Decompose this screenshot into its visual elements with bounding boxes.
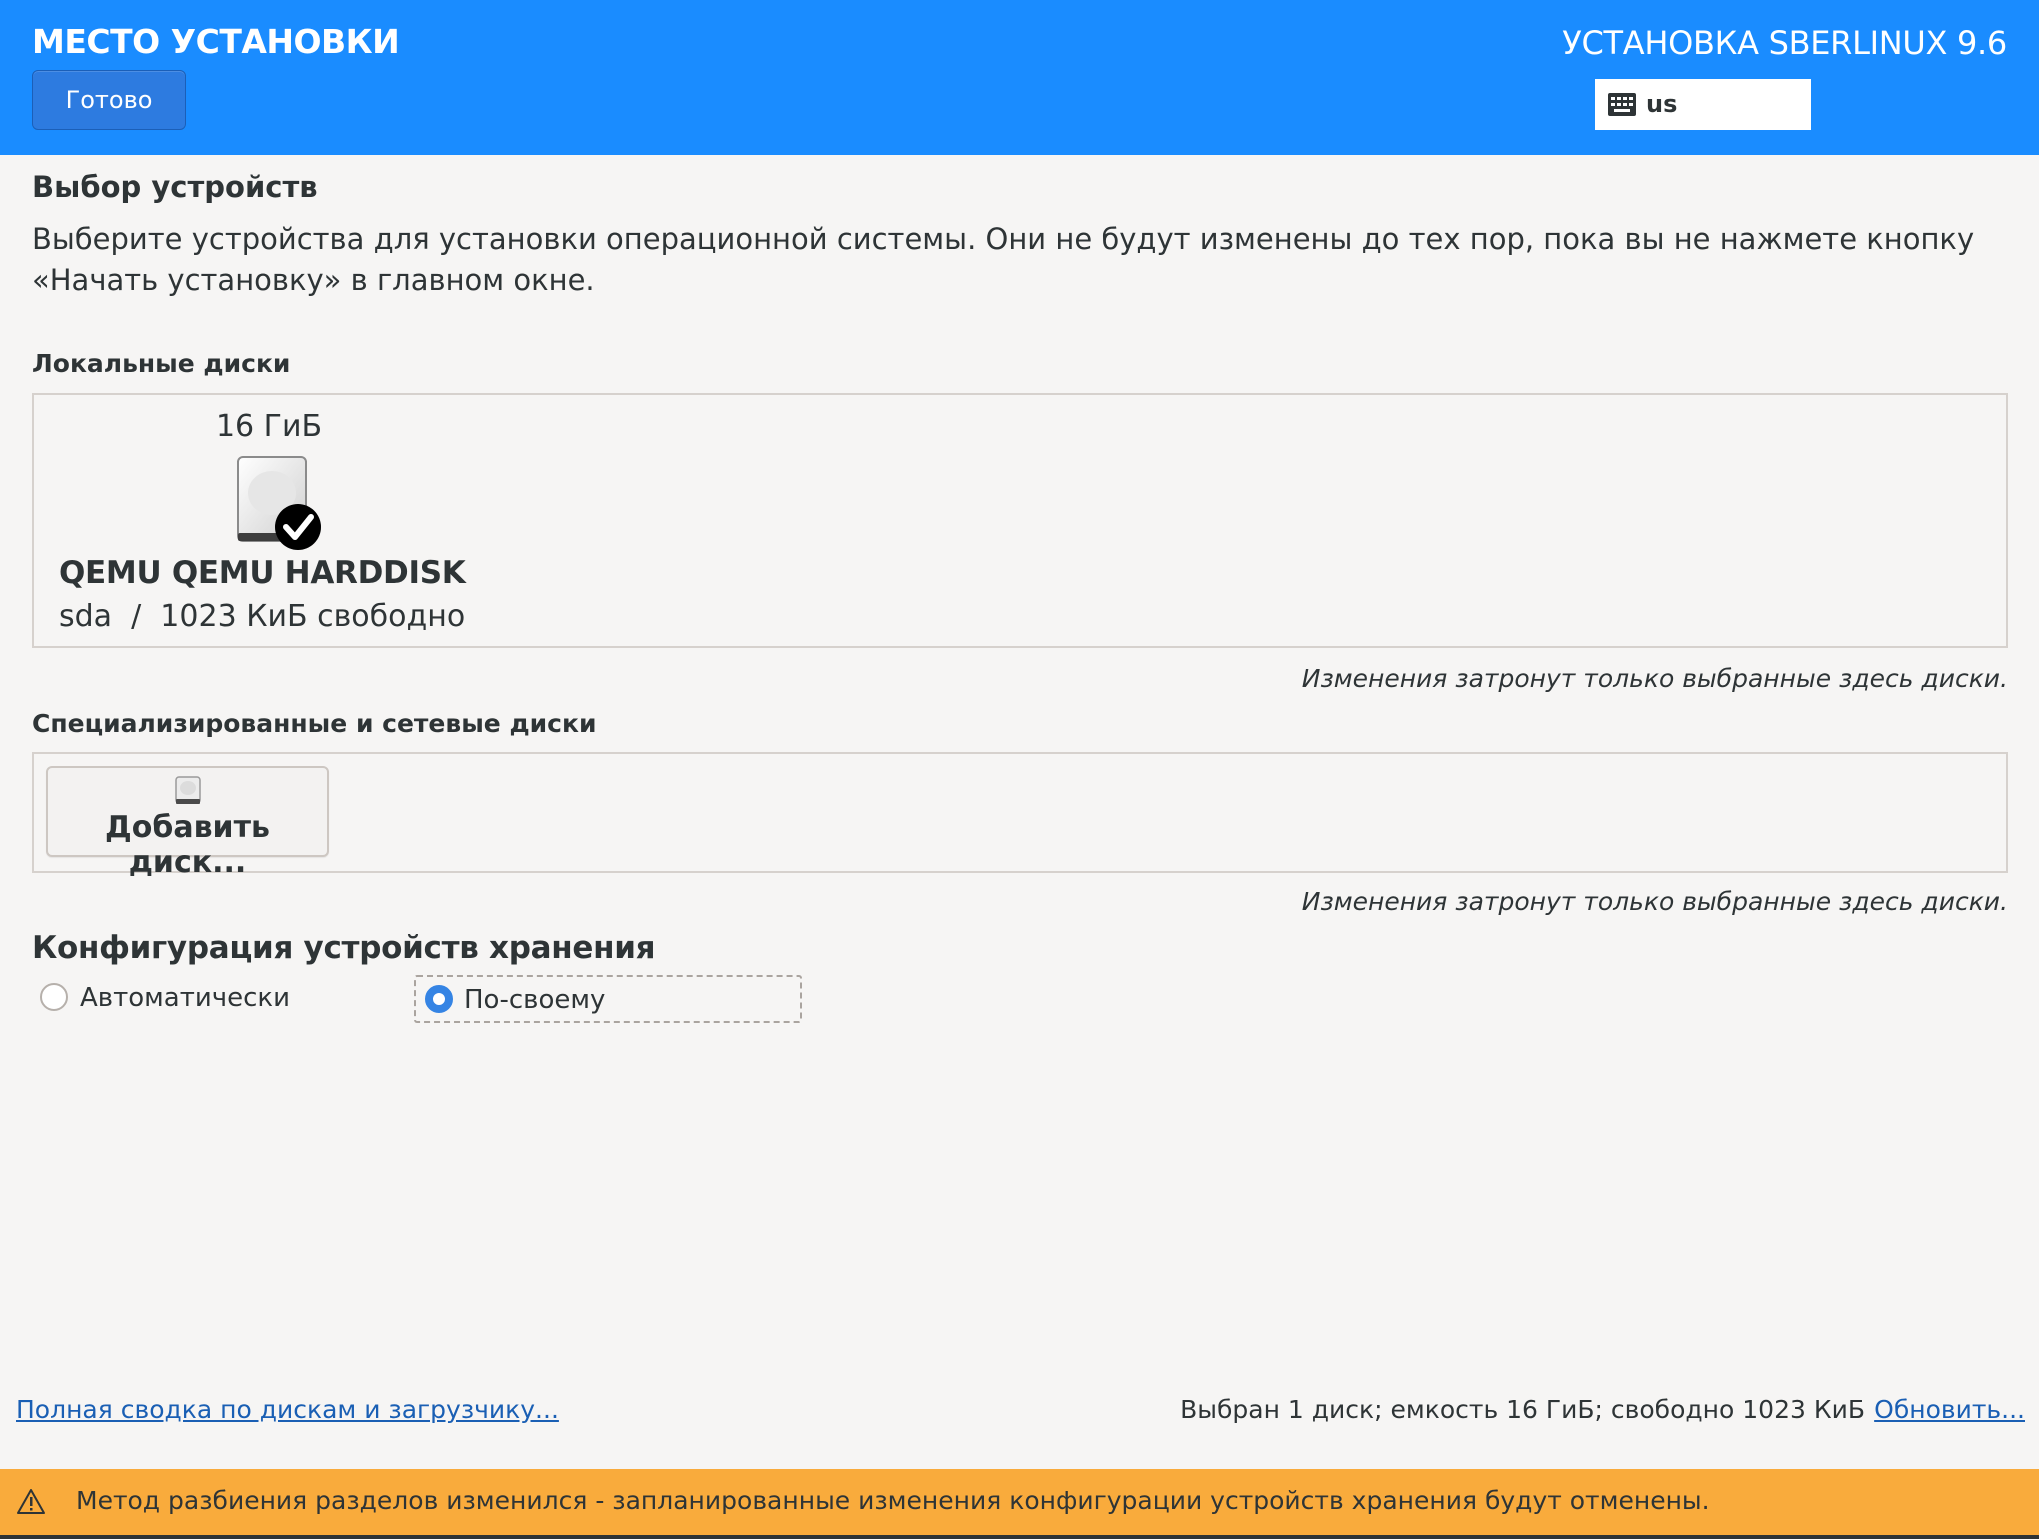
done-button[interactable]: Готово bbox=[32, 70, 186, 130]
specialized-disks-hint: Изменения затронут только выбранные здес… bbox=[1301, 887, 2008, 916]
warning-text: Метод разбиения разделов изменился - зап… bbox=[76, 1486, 1710, 1515]
harddisk-icon bbox=[175, 776, 201, 804]
device-selection-title: Выбор устройств bbox=[32, 170, 318, 204]
disk-info: sda / 1023 КиБ свободно bbox=[59, 599, 466, 634]
disk-summary-link[interactable]: Полная сводка по дискам и загрузчику... bbox=[16, 1395, 559, 1424]
radio-automatic[interactable]: Автоматически bbox=[36, 975, 356, 1023]
local-disks-label: Локальные диски bbox=[32, 349, 291, 378]
radio-automatic-label: Автоматически bbox=[80, 983, 291, 1013]
specialized-disks-panel: Добавить диск... bbox=[32, 752, 2008, 880]
radio-custom-indicator[interactable] bbox=[425, 985, 453, 1013]
local-disks-panel: 16 ГиБ QEMU QEMU HARDDISK sda / 1023 КиБ… bbox=[32, 393, 2008, 648]
radio-custom[interactable]: По-своему bbox=[414, 975, 802, 1023]
storage-config-title: Конфигурация устройств хранения bbox=[32, 930, 656, 966]
refresh-link[interactable]: Обновить... bbox=[1874, 1395, 2025, 1424]
add-disk-button[interactable]: Добавить диск... bbox=[46, 766, 329, 880]
keyboard-layout-value: us bbox=[1646, 90, 1678, 118]
warning-bar: Метод разбиения разделов изменился - зап… bbox=[0, 1469, 2039, 1539]
disk-model: QEMU QEMU HARDDISK bbox=[59, 555, 466, 591]
header-bar: МЕСТО УСТАНОВКИ Готово УСТАНОВКА SBERLIN… bbox=[0, 0, 2039, 155]
specialized-disks-label: Специализированные и сетевые диски bbox=[32, 709, 597, 738]
add-disk-label: Добавить диск... bbox=[105, 810, 270, 880]
radio-custom-label: По-своему bbox=[464, 985, 606, 1015]
keyboard-layout-indicator[interactable]: us bbox=[1595, 79, 1811, 130]
disk-summary-text: Выбран 1 диск; емкость 16 ГиБ; свободно … bbox=[1180, 1395, 1865, 1424]
warning-icon bbox=[17, 1489, 45, 1514]
radio-automatic-indicator[interactable] bbox=[40, 983, 68, 1011]
disk-size: 16 ГиБ bbox=[215, 409, 323, 444]
device-selection-description: Выберите устройства для установки операц… bbox=[32, 222, 1975, 297]
local-disks-hint: Изменения затронут только выбранные здес… bbox=[1301, 664, 2008, 693]
page-title: МЕСТО УСТАНОВКИ bbox=[32, 22, 400, 61]
product-title: УСТАНОВКА SBERLINUX 9.6 bbox=[1562, 24, 2007, 62]
keyboard-icon bbox=[1608, 93, 1636, 116]
harddisk-selected-icon bbox=[237, 456, 321, 550]
